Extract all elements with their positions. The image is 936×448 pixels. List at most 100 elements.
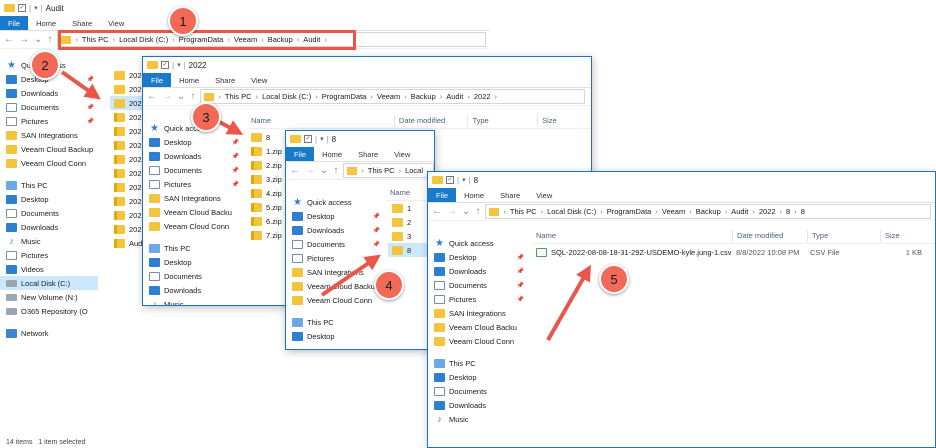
recent-locations-icon[interactable]: ⌄ <box>320 165 328 176</box>
breadcrumb-veeam[interactable]: Veeam <box>377 92 400 101</box>
breadcrumb-programdata[interactable]: ProgramData <box>607 207 652 216</box>
column-date-modified[interactable]: Date modified <box>393 114 468 127</box>
properties-icon[interactable]: ✓ <box>446 176 454 184</box>
sidebar-item[interactable]: Veeam Cloud Conn <box>143 219 243 233</box>
tab-share[interactable]: Share <box>350 147 386 161</box>
file-row[interactable]: 4.zip <box>247 186 287 200</box>
sidebar-item[interactable]: SAN Integrations <box>0 128 98 142</box>
breadcrumb-8[interactable]: 8 <box>786 207 790 216</box>
file-row[interactable]: 1 <box>388 201 428 215</box>
pin-icon[interactable]: 📌 <box>373 241 380 248</box>
sidebar-item[interactable]: This PC <box>286 315 384 329</box>
back-arrow-icon[interactable]: ← <box>432 206 442 217</box>
breadcrumb-2022[interactable]: 2022 <box>759 207 776 216</box>
pin-icon[interactable]: 📌 <box>232 139 239 146</box>
sidebar-item[interactable]: New Volume (N:) <box>0 290 98 304</box>
sidebar-item[interactable]: Documents 📌 <box>286 237 384 251</box>
pin-icon[interactable]: 📌 <box>87 104 94 111</box>
sidebar-item[interactable]: ♪ Music <box>143 297 243 305</box>
back-arrow-icon[interactable]: ← <box>4 34 14 45</box>
column-size[interactable]: Size <box>537 114 591 127</box>
customize-toolbar-icon[interactable]: ▾ <box>320 135 324 143</box>
file-row[interactable]: 2.zip <box>247 158 287 172</box>
file-row[interactable]: 5.zip <box>247 200 287 214</box>
sidebar-item[interactable]: Downloads 📌 <box>286 223 384 237</box>
sidebar-item[interactable]: Documents <box>0 206 98 220</box>
address-bar[interactable]: › This PC › Local Disk (C:) › ProgramData ›… <box>200 89 585 104</box>
pin-icon[interactable]: 📌 <box>517 254 524 261</box>
pin-icon[interactable]: 📌 <box>87 90 94 97</box>
sidebar-item[interactable]: ♪ Music <box>0 234 98 248</box>
tab-view[interactable]: View <box>386 147 418 161</box>
sidebar-item[interactable]: ★ Quick access <box>286 195 384 209</box>
column-name[interactable]: Name <box>532 230 732 242</box>
breadcrumb-this-pc[interactable]: This PC <box>368 166 395 175</box>
pin-icon[interactable]: 📌 <box>517 268 524 275</box>
tab-home[interactable]: Home <box>314 147 350 161</box>
sidebar-item[interactable]: Network <box>0 326 98 340</box>
sidebar-item[interactable]: Veeam Cloud Conn <box>428 334 528 348</box>
column-name[interactable]: Name <box>247 115 394 127</box>
pin-icon[interactable]: 📌 <box>373 227 380 234</box>
sidebar-item[interactable]: Veeam Cloud Backu <box>428 320 528 334</box>
column-date-modified[interactable]: Date modified <box>732 229 807 242</box>
forward-arrow-icon[interactable]: → <box>19 34 29 45</box>
customize-toolbar-icon[interactable]: ▾ <box>34 4 38 12</box>
sidebar-item[interactable]: Pictures <box>286 251 384 265</box>
address-bar[interactable]: › This PC › Local <box>343 163 434 178</box>
tab-share[interactable]: Share <box>207 73 243 87</box>
up-arrow-icon[interactable]: ↑ <box>475 206 480 217</box>
sidebar-item[interactable]: Veeam Cloud Conn <box>286 293 384 307</box>
breadcrumb-this-pc[interactable]: This PC <box>510 207 537 216</box>
recent-locations-icon[interactable]: ⌄ <box>177 91 185 102</box>
pin-icon[interactable]: 📌 <box>517 282 524 289</box>
tab-home[interactable]: Home <box>456 188 492 202</box>
sidebar-item[interactable]: SAN Integrations <box>143 191 243 205</box>
sidebar-item[interactable]: This PC <box>143 241 243 255</box>
sidebar-item[interactable]: Downloads 📌 <box>0 86 98 100</box>
tab-view[interactable]: View <box>243 73 275 87</box>
column-size[interactable]: Size <box>880 229 935 242</box>
column-type[interactable]: Type <box>467 114 537 127</box>
sidebar-item[interactable]: Downloads 📌 <box>428 264 528 278</box>
sidebar-item[interactable]: Documents 📌 <box>0 100 98 114</box>
breadcrumb-local-disk[interactable]: Local Disk (C:) <box>262 92 311 101</box>
file-row[interactable]: 8 <box>388 243 428 257</box>
breadcrumb-8-sub[interactable]: 8 <box>801 207 805 216</box>
sidebar-item[interactable]: Pictures 📌 <box>143 177 243 191</box>
file-row[interactable]: 6.zip <box>247 214 287 228</box>
sidebar-item[interactable]: Pictures 📌 <box>428 292 528 306</box>
breadcrumb-local-disk[interactable]: Local Disk (C:) <box>547 207 596 216</box>
file-row[interactable]: 3 <box>388 229 428 243</box>
sidebar-item[interactable]: Veeam Cloud Backup <box>0 142 98 156</box>
up-arrow-icon[interactable]: ↑ <box>333 165 338 176</box>
sidebar-item[interactable]: Documents <box>143 269 243 283</box>
sidebar-item[interactable]: Documents 📌 <box>428 278 528 292</box>
pin-icon[interactable]: 📌 <box>373 213 380 220</box>
tab-share[interactable]: Share <box>492 188 528 202</box>
sidebar-item[interactable]: O365 Repository (O <box>0 304 98 318</box>
sidebar-item[interactable]: Videos <box>0 262 98 276</box>
sidebar-item[interactable]: Local Disk (C:) <box>0 276 98 290</box>
sidebar-item[interactable]: Documents <box>428 384 528 398</box>
tab-share[interactable]: Share <box>64 16 100 30</box>
address-bar[interactable]: › This PC › Local Disk (C:) › ProgramData ›… <box>485 204 931 219</box>
column-type[interactable]: Type <box>807 229 880 242</box>
sidebar-item[interactable]: Downloads 📌 <box>143 149 243 163</box>
pin-icon[interactable]: 📌 <box>87 118 94 125</box>
recent-locations-icon[interactable]: ⌄ <box>462 206 470 217</box>
sidebar-item[interactable]: Downloads <box>428 398 528 412</box>
sidebar-item[interactable]: Desktop 📌 <box>143 135 243 149</box>
file-row[interactable]: SQL-2022-08-08-18-31-29Z-USDEMO-kyle.jun… <box>532 245 935 259</box>
tab-home[interactable]: Home <box>171 73 207 87</box>
breadcrumb-this-pc[interactable]: This PC <box>225 92 252 101</box>
customize-toolbar-icon[interactable]: ▾ <box>462 176 466 184</box>
file-row[interactable]: 2 <box>388 215 428 229</box>
sidebar-item[interactable]: Documents 📌 <box>143 163 243 177</box>
sidebar-item[interactable]: ★ Quick access <box>428 236 528 250</box>
tab-file[interactable]: File <box>143 73 172 87</box>
tab-file[interactable]: File <box>286 147 315 161</box>
customize-toolbar-icon[interactable]: ▾ <box>177 61 181 69</box>
sidebar-item[interactable]: Desktop 📌 <box>286 209 384 223</box>
breadcrumb-2022[interactable]: 2022 <box>474 92 491 101</box>
